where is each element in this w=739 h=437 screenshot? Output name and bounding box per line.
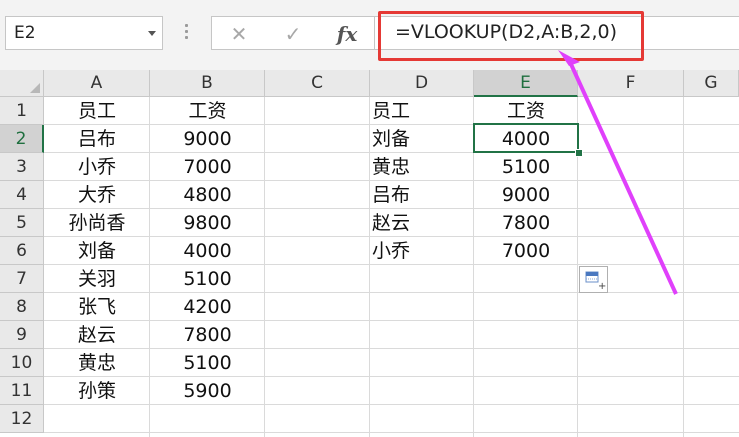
annotation-arrow: [558, 50, 678, 295]
